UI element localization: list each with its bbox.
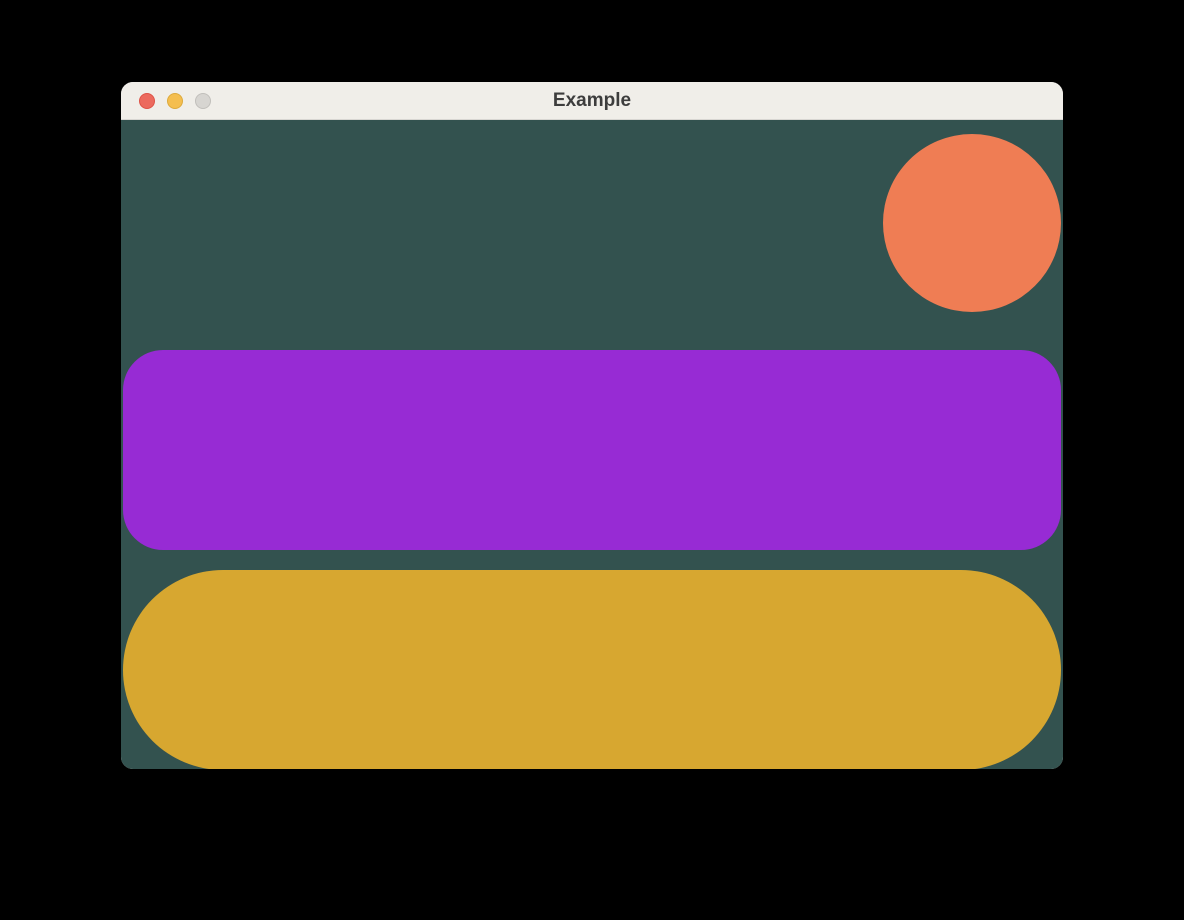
app-window: Example bbox=[121, 82, 1063, 769]
orange-circle-shape bbox=[883, 134, 1061, 312]
titlebar[interactable]: Example bbox=[121, 82, 1063, 120]
traffic-lights bbox=[121, 93, 211, 109]
close-icon[interactable] bbox=[139, 93, 155, 109]
window-title: Example bbox=[121, 90, 1063, 112]
zoom-icon[interactable] bbox=[195, 93, 211, 109]
purple-bar-shape bbox=[123, 350, 1061, 550]
gold-bar-shape bbox=[123, 570, 1061, 769]
window-content bbox=[121, 120, 1063, 769]
minimize-icon[interactable] bbox=[167, 93, 183, 109]
